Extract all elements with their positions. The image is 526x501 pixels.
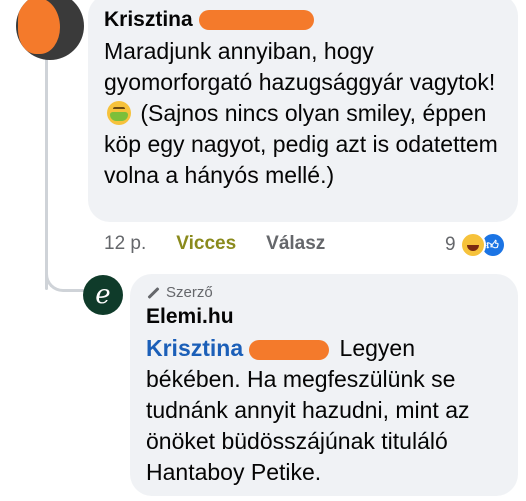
nauseated-face-icon [107, 101, 131, 125]
mention-link[interactable]: Krisztina [146, 335, 333, 361]
comment-author-name[interactable]: Krisztina [104, 6, 193, 34]
reaction-button[interactable]: Vicces [176, 233, 236, 255]
haha-icon [459, 232, 486, 258]
reply-button[interactable]: Válasz [266, 233, 325, 255]
reply-bubble: Szerző Elemi.hu Krisztina Legyen békében… [130, 274, 518, 496]
reaction-count: 9 [445, 234, 456, 255]
mention-redaction [249, 339, 330, 360]
comment-author[interactable]: Krisztina [104, 6, 502, 34]
author-name-redaction [198, 10, 314, 30]
comment-bubble: Krisztina Maradjunk annyiban, hogy gyomo… [88, 0, 518, 222]
comment-text: Maradjunk annyiban, hogy gyomorforgató h… [104, 36, 502, 191]
comment-actions: 12 p. Vicces Válasz [104, 233, 325, 255]
thread-line [45, 58, 48, 290]
author-badge: Szerző [146, 284, 502, 301]
avatar-letter: e [95, 280, 111, 310]
commenter-avatar[interactable] [16, 0, 84, 60]
author-badge-label: Szerző [166, 284, 213, 301]
reply-author[interactable]: Elemi.hu [146, 303, 502, 331]
pencil-icon [146, 286, 160, 300]
page-avatar[interactable]: e [83, 275, 123, 315]
reaction-summary[interactable]: 9 👍︎ [445, 232, 506, 258]
avatar-redaction [18, 0, 60, 54]
comment-text-part2: (Sajnos nincs olyan smiley, éppen köp eg… [104, 100, 498, 188]
reply-text: Krisztina Legyen békében. Ha megfeszülün… [146, 333, 502, 488]
comment-text-part1: Maradjunk annyiban, hogy gyomorforgató h… [104, 38, 496, 95]
mention-name[interactable]: Krisztina [146, 335, 243, 361]
comment-timestamp[interactable]: 12 p. [104, 233, 146, 255]
